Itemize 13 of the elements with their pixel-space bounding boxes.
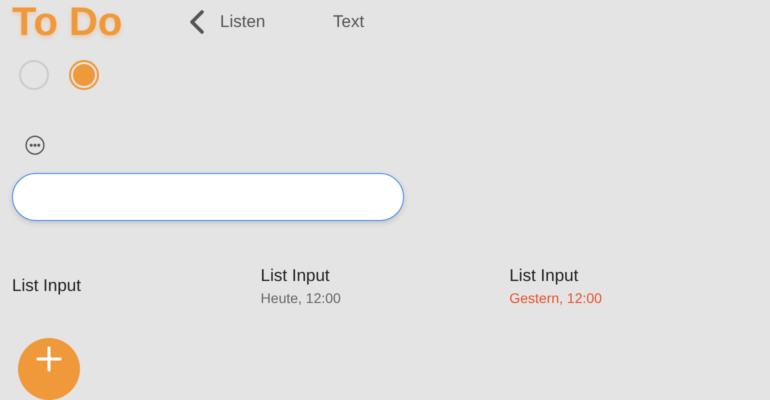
item-title: List Input: [12, 276, 82, 296]
item-date: Gestern, 12:00: [509, 290, 603, 306]
page-title: To Do: [12, 0, 124, 44]
plus-icon: [34, 344, 64, 374]
item-date: Heute, 12:00: [260, 290, 342, 306]
input-field[interactable]: [12, 172, 404, 221]
radio-button[interactable]: [19, 60, 49, 90]
radio-button[interactable]: [69, 60, 99, 90]
back-button[interactable]: Listen: [188, 9, 333, 35]
item-title: List Input: [260, 266, 331, 286]
item-title: List Input: [509, 266, 580, 286]
chevron-left-icon: [188, 9, 206, 35]
text-link[interactable]: Text: [333, 12, 364, 32]
